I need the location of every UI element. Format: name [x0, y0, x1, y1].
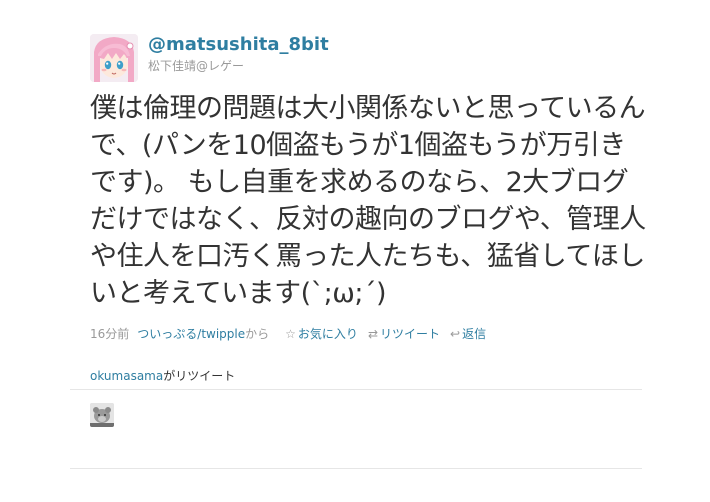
reply-arrow-icon: ↩ [450, 327, 461, 341]
favorite-label: お気に入り [297, 327, 358, 341]
favorite-button[interactable]: ☆ お気に入り [285, 325, 358, 343]
reply-button[interactable]: ↩ 返信 [450, 325, 486, 343]
user-avatar[interactable] [90, 34, 138, 82]
tweet-meta: 16分前 ついっぷる/twipple から ☆ お気に入り ⇄ リツイート ↩ … [90, 325, 496, 343]
tweet-text: 僕は倫理の問題は大小関係ないと思っているんで、(パンを10個盗もうが1個盗もうが… [90, 93, 646, 309]
retweeted-by: okumasamaがリツイート [90, 367, 235, 385]
divider-bottom [70, 468, 642, 469]
divider [70, 389, 642, 390]
retweet-label: リツイート [380, 327, 441, 341]
retweeter-link[interactable]: okumasama [90, 369, 163, 383]
retweet-button[interactable]: ⇄ リツイート [368, 325, 440, 343]
screen-name-link[interactable]: @matsushita_8bit [148, 33, 329, 57]
timestamp[interactable]: 16分前 [90, 325, 129, 343]
retweeter-avatar[interactable] [90, 403, 114, 427]
source-suffix: から [245, 327, 270, 341]
tweet-detail: @matsushita_8bit 松下佳靖@レゲー 僕は倫理の問題は大小関係ない… [0, 0, 710, 502]
retweeted-by-suffix: がリツイート [163, 369, 236, 383]
reply-label: 返信 [462, 327, 487, 341]
star-icon: ☆ [285, 327, 296, 341]
user-full-name: 松下佳靖@レゲー [148, 59, 245, 73]
retweet-icon: ⇄ [367, 327, 378, 341]
source-link[interactable]: ついっぷる/twipple [137, 325, 245, 343]
